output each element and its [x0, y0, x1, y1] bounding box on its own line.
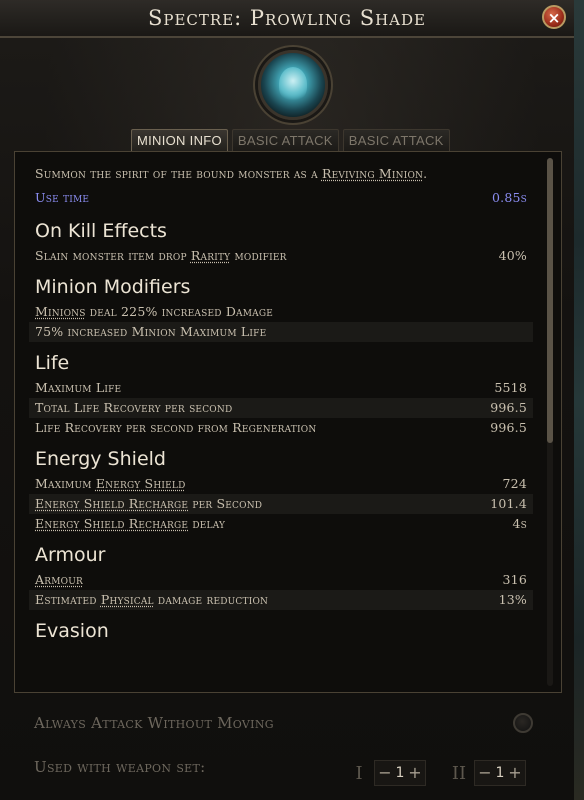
title-bar: Spectre: Prowling Shade ×	[0, 0, 574, 38]
background-game-view	[574, 0, 584, 800]
weapon-set-1-numeral: I	[355, 762, 363, 784]
weapon-set-2-value: 1	[495, 765, 505, 781]
stat-value: 40%	[498, 248, 527, 263]
stat-value: 316	[502, 572, 527, 587]
use-time-value: 0.85s	[492, 190, 527, 205]
weapon-set-2-stepper: − 1 +	[474, 760, 526, 786]
tab-bar: Minion Info Basic Attack Basic Attack	[131, 129, 450, 151]
tab-minion-info[interactable]: Minion Info	[131, 129, 228, 151]
stat-value: 996.5	[490, 400, 527, 415]
stat-row: Slain monster item drop Rarity modifier …	[29, 246, 533, 266]
rarity-link[interactable]: Rarity	[191, 248, 230, 263]
stat-row: 75% increased Minion Maximum Life	[29, 322, 533, 342]
skill-description: Summon the spirit of the bound monster a…	[35, 162, 527, 186]
es-recharge-link[interactable]: Energy Shield Recharge	[35, 496, 188, 511]
armour-heading: Armour	[35, 544, 106, 566]
on-kill-heading: On Kill Effects	[35, 220, 167, 242]
stat-value: 13%	[498, 592, 527, 607]
weapon-set-1-value: 1	[395, 765, 405, 781]
plus-icon[interactable]: +	[507, 763, 523, 783]
weapon-set-1-stepper: − 1 +	[374, 760, 426, 786]
weapon-set-label: Used with weapon set:	[34, 758, 206, 776]
physical-link[interactable]: Physical	[101, 592, 154, 607]
stat-label: Estimated Physical damage reduction	[35, 592, 269, 607]
energy-shield-heading: Energy Shield	[35, 448, 166, 470]
evasion-heading: Evasion	[35, 620, 109, 642]
minion-modifiers-heading: Minion Modifiers	[35, 276, 191, 298]
stat-row: Total Life Recovery per second 996.5	[29, 398, 533, 418]
weapon-set-2: II − 1 +	[448, 760, 526, 786]
armour-link[interactable]: Armour	[35, 572, 83, 587]
stat-row: Maximum Life 5518	[29, 378, 533, 398]
stat-row: Estimated Physical damage reduction 13%	[29, 590, 533, 610]
stat-value: 101.4	[490, 496, 527, 511]
minus-icon[interactable]: −	[477, 763, 493, 783]
stat-row: Energy Shield Recharge delay 4s	[29, 514, 533, 534]
tab-basic-attack-1[interactable]: Basic Attack	[231, 129, 339, 151]
stat-value: 4s	[512, 516, 527, 531]
description-period: .	[423, 166, 428, 181]
reviving-minion-link[interactable]: Reviving Minion	[322, 166, 423, 181]
use-time-label: Use time	[35, 190, 90, 205]
es-recharge-delay-link[interactable]: Energy Shield Recharge	[35, 516, 188, 531]
description-text: Summon the spirit of the bound monster a…	[35, 166, 322, 181]
stat-value: 5518	[494, 380, 527, 395]
life-heading: Life	[35, 352, 70, 374]
stat-label: Maximum Energy Shield	[35, 476, 186, 491]
stat-label: Energy Shield Recharge per Second	[35, 496, 263, 511]
plus-icon[interactable]: +	[407, 763, 423, 783]
weapon-set-1: I − 1 +	[348, 760, 426, 786]
stat-row: Minions deal 225% increased Damage	[29, 302, 533, 322]
stat-label: Minions deal 225% increased Damage	[35, 304, 274, 319]
scroll-thumb[interactable]	[547, 158, 553, 443]
scrollbar[interactable]	[547, 158, 553, 686]
close-icon: ×	[547, 9, 561, 27]
always-attack-label: Always Attack Without Moving	[34, 714, 274, 732]
stat-label: Maximum Life	[35, 380, 122, 395]
stat-label: 75% increased Minion Maximum Life	[35, 324, 267, 339]
stat-row: Maximum Energy Shield 724	[29, 474, 533, 494]
spectre-skull-icon	[258, 50, 328, 120]
tab-basic-attack-2[interactable]: Basic Attack	[342, 129, 450, 151]
stat-label: Life Recovery per second from Regenerati…	[35, 420, 317, 435]
always-attack-toggle[interactable]	[513, 713, 533, 733]
stat-row: Energy Shield Recharge per Second 101.4	[29, 494, 533, 514]
stat-row: Armour 316	[29, 570, 533, 590]
use-time-row: Use time 0.85s	[29, 186, 533, 210]
stat-label: Total Life Recovery per second	[35, 400, 233, 415]
stat-label: Energy Shield Recharge delay	[35, 516, 226, 531]
close-button[interactable]: ×	[542, 5, 566, 29]
minions-link[interactable]: Minions	[35, 304, 86, 319]
minus-icon[interactable]: −	[377, 763, 393, 783]
stats-panel: Summon the spirit of the bound monster a…	[14, 151, 562, 693]
stat-value: 996.5	[490, 420, 527, 435]
stat-label: Slain monster item drop Rarity modifier	[35, 248, 287, 263]
energy-shield-link[interactable]: Energy Shield	[96, 476, 186, 491]
window-title: Spectre: Prowling Shade	[148, 6, 426, 30]
weapon-set-2-numeral: II	[451, 762, 467, 784]
stat-label: Armour	[35, 570, 83, 590]
stat-value: 724	[502, 476, 527, 491]
stat-row: Life Recovery per second from Regenerati…	[29, 418, 533, 438]
